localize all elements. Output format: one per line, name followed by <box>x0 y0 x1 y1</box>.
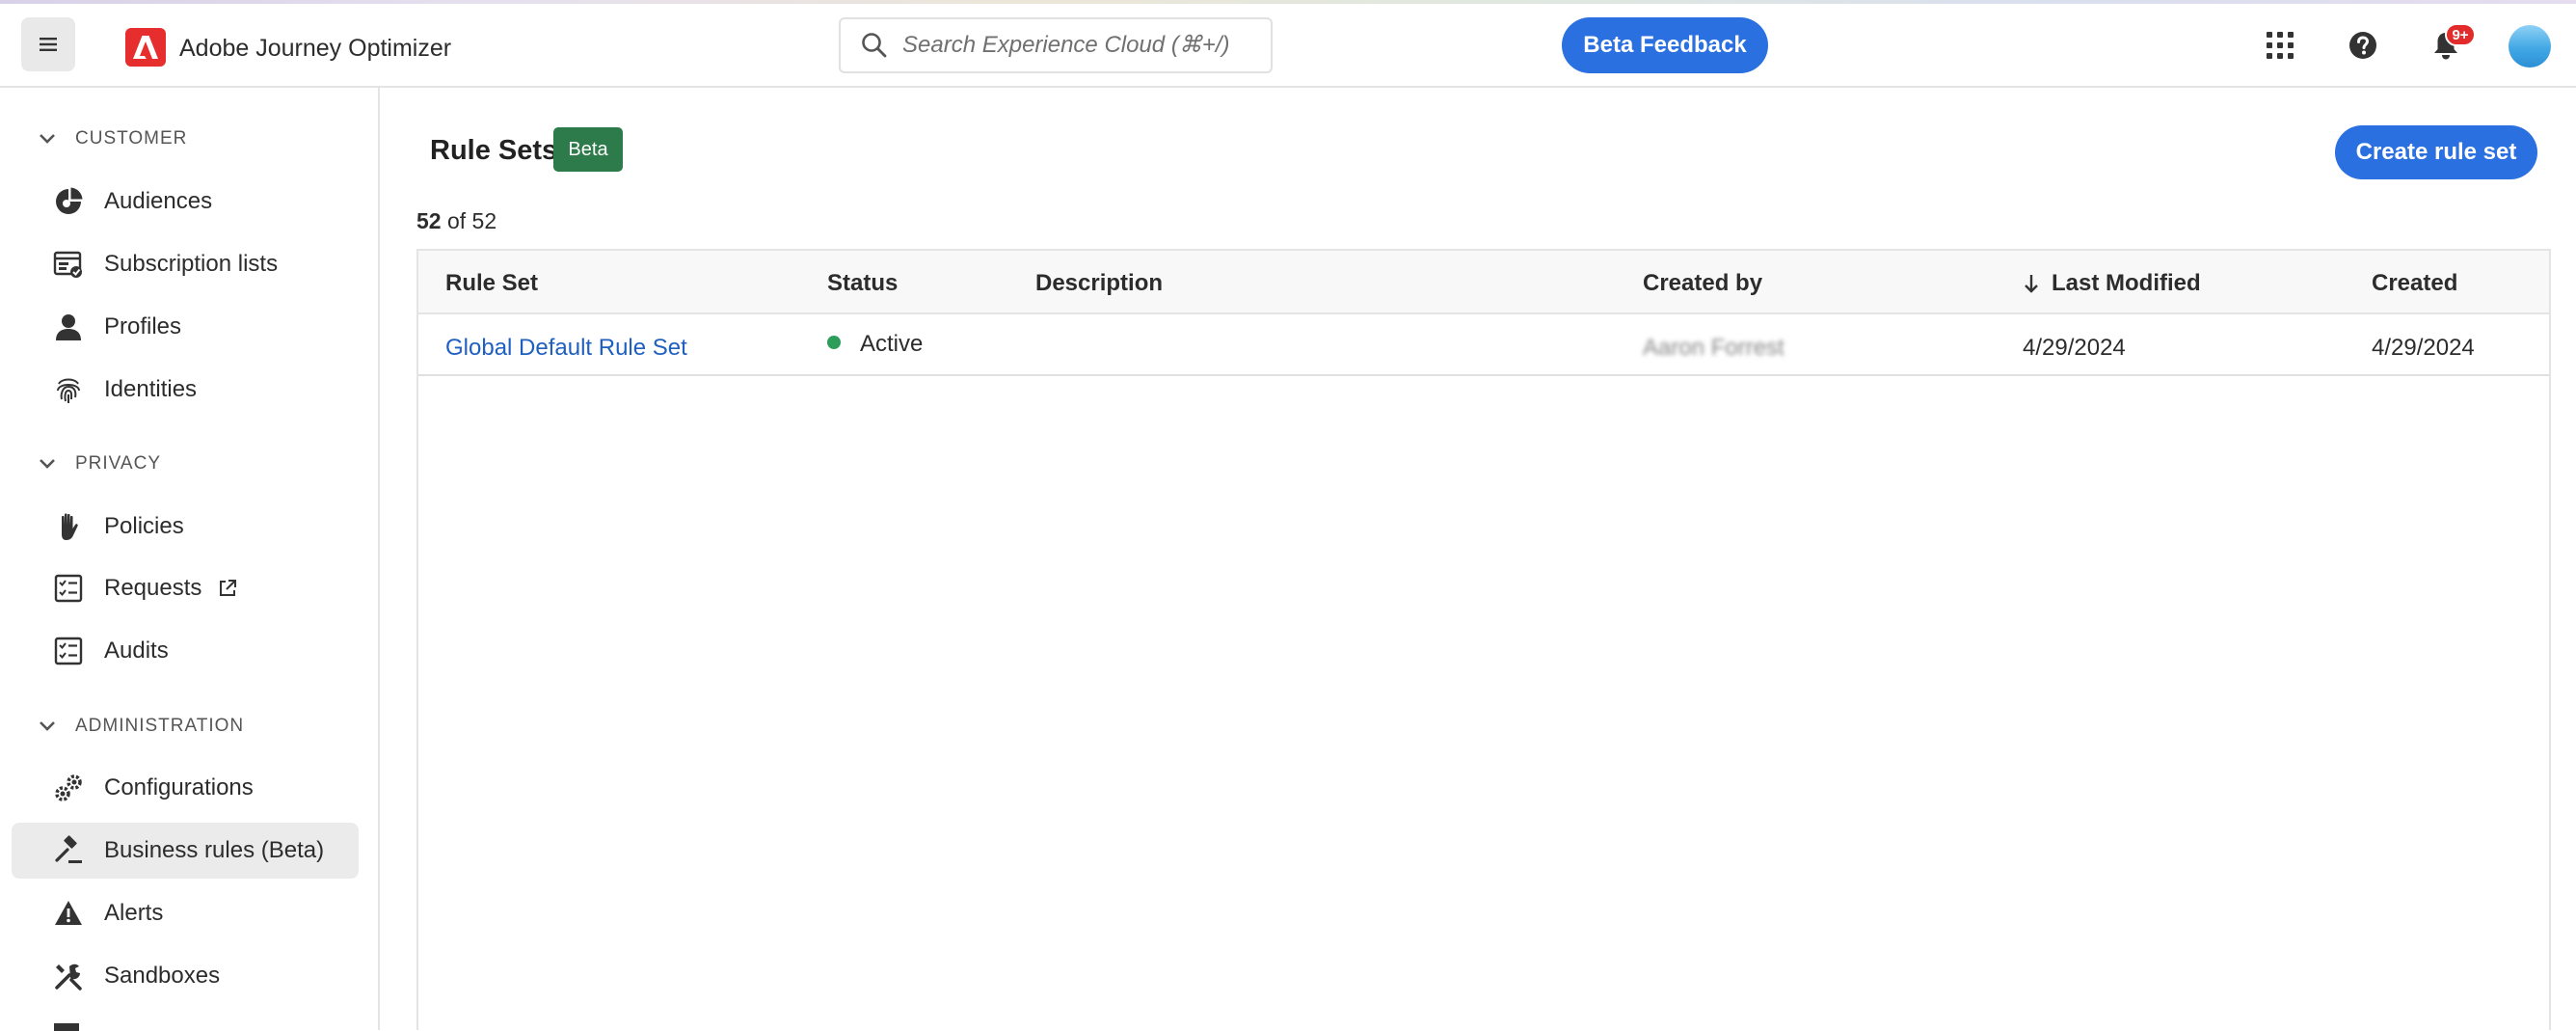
alert-icon <box>52 897 85 930</box>
count-total: of 52 <box>446 208 497 233</box>
section-toggle-privacy[interactable]: PRIVACY <box>37 453 161 475</box>
search-input[interactable] <box>902 32 1249 59</box>
top-header: Adobe Journey Optimizer Beta Feedback 9+ <box>0 4 2576 88</box>
sidebar-item-label: Alerts <box>104 900 164 926</box>
section-title: CUSTOMER <box>75 128 188 149</box>
created-by-cell: Aaron Forrest <box>1643 335 1784 361</box>
page-title: Rule Sets <box>430 135 558 166</box>
audiences-icon <box>52 185 85 218</box>
count-shown: 52 <box>416 208 442 233</box>
adobe-logo-icon[interactable] <box>125 28 166 67</box>
status-cell: Active <box>827 331 923 358</box>
app-title[interactable]: Adobe Journey Optimizer <box>179 35 451 63</box>
column-header-created[interactable]: Created <box>2372 270 2457 297</box>
created-cell: 4/29/2024 <box>2372 335 2475 361</box>
column-header-last-modified[interactable]: Last Modified <box>2023 270 2201 297</box>
menu-toggle-button[interactable] <box>21 17 75 71</box>
tools-icon <box>52 960 85 992</box>
sidebar-item-label: Audiences <box>104 188 213 214</box>
status-active-dot <box>827 336 841 349</box>
apps-grid-icon[interactable] <box>2262 27 2298 64</box>
hand-icon <box>52 510 85 543</box>
fingerprint-icon <box>52 373 85 406</box>
column-header-status[interactable]: Status <box>827 270 898 297</box>
gavel-icon <box>52 834 85 867</box>
search-bar[interactable] <box>839 17 1273 73</box>
result-count: 52 of 52 <box>416 208 496 234</box>
column-header-created-by[interactable]: Created by <box>1643 270 1762 297</box>
sidebar-item-label: Audits <box>104 638 169 664</box>
sidebar-item-configurations[interactable]: Configurations <box>12 760 359 816</box>
chevron-down-icon <box>40 134 55 144</box>
table-row[interactable]: Global Default Rule Set Active Aaron For… <box>418 312 2549 376</box>
rule-set-name-link[interactable]: Global Default Rule Set <box>445 335 687 362</box>
beta-badge: Beta <box>553 127 623 172</box>
chevron-down-icon <box>40 459 55 469</box>
sidebar-item-label: Profiles <box>104 313 182 339</box>
checklist-icon <box>52 635 85 667</box>
sidebar-item-audiences[interactable]: Audiences <box>12 174 359 230</box>
user-icon <box>52 311 85 343</box>
sidebar-item-policies[interactable]: Policies <box>12 499 359 555</box>
create-rule-set-button[interactable]: Create rule set <box>2335 125 2537 179</box>
sidebar-item-label: Sandboxes <box>104 963 221 989</box>
column-label: Last Modified <box>2052 270 2201 296</box>
column-header-rule-set[interactable]: Rule Set <box>445 270 538 297</box>
column-header-description[interactable]: Description <box>1035 270 1163 297</box>
section-toggle-administration[interactable]: ADMINISTRATION <box>37 716 244 737</box>
subscription-list-icon <box>52 248 85 281</box>
search-icon <box>862 33 887 58</box>
sidebar-item-label: Requests <box>104 575 202 601</box>
hamburger-icon <box>40 38 57 51</box>
status-text: Active <box>860 331 924 357</box>
sidebar-item-sandboxes[interactable]: Sandboxes <box>12 948 359 1004</box>
sidebar-item-identities[interactable]: Identities <box>12 362 359 418</box>
table-header: Rule Set Status Description Created by L… <box>418 251 2549 312</box>
last-modified-cell: 4/29/2024 <box>2023 335 2126 361</box>
rule-sets-table: Rule Set Status Description Created by L… <box>416 249 2551 1030</box>
sidebar-item-subscription-lists[interactable]: Subscription lists <box>12 236 359 292</box>
checklist-icon <box>52 572 85 605</box>
user-avatar[interactable] <box>2509 25 2551 68</box>
sidebar-item-audits[interactable]: Audits <box>12 623 359 679</box>
help-icon[interactable] <box>2345 27 2381 64</box>
beta-feedback-button[interactable]: Beta Feedback <box>1562 17 1768 73</box>
sidebar-item-label: Business rules (Beta) <box>104 837 325 863</box>
section-toggle-customer[interactable]: CUSTOMER <box>37 128 187 149</box>
sort-descending-icon <box>2025 275 2038 293</box>
sidebar-item-profiles[interactable]: Profiles <box>12 299 359 355</box>
sidebar-item-business-rules[interactable]: Business rules (Beta) <box>12 823 359 879</box>
external-link-icon <box>220 580 237 596</box>
notification-count-badge: 9+ <box>2445 23 2476 46</box>
sidebar-item-requests[interactable]: Requests <box>12 560 359 616</box>
gears-icon <box>52 772 85 804</box>
sidebar-item-label: Configurations <box>104 774 254 800</box>
left-sidebar: CUSTOMER Audiences Subscription lists Pr… <box>0 88 380 1031</box>
sidebar-item-alerts[interactable]: Alerts <box>12 885 359 941</box>
sidebar-item-label: Identities <box>104 376 198 402</box>
sidebar-item-label: Policies <box>104 513 184 539</box>
chevron-down-icon <box>40 721 55 731</box>
section-title: ADMINISTRATION <box>75 716 245 736</box>
sidebar-item-label: Subscription lists <box>104 251 279 277</box>
section-title: PRIVACY <box>75 453 162 474</box>
